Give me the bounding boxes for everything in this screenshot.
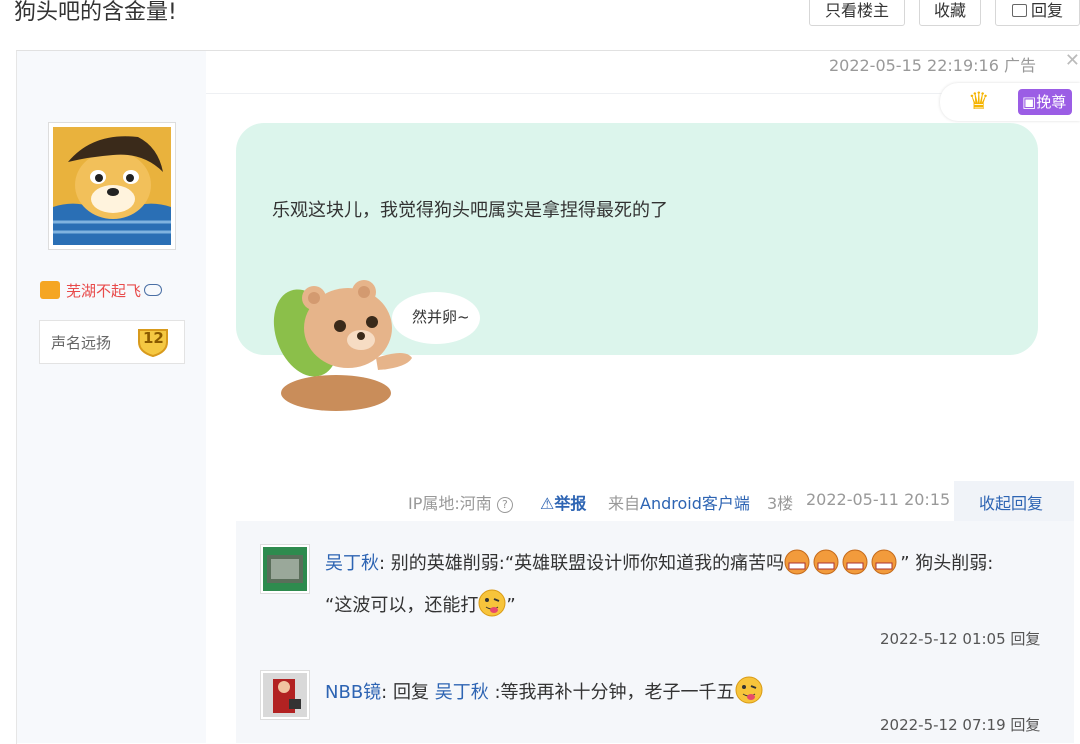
thread-title: 狗头吧的含金量! bbox=[14, 0, 177, 25]
collapse-replies-link[interactable]: 收起回复 bbox=[979, 490, 1043, 514]
angry-emoji-icon bbox=[784, 549, 900, 585]
post-meta: IP属地:河南 ? bbox=[408, 490, 513, 514]
only-author-label: 只看楼主 bbox=[824, 1, 889, 20]
report-link[interactable]: ⚠举报 bbox=[540, 490, 586, 514]
favorite-label: 收藏 bbox=[933, 1, 966, 20]
doge-avatar-image bbox=[53, 127, 171, 245]
comment-icon bbox=[1011, 4, 1027, 17]
reply-button[interactable]: 回复 bbox=[995, 0, 1080, 26]
post-content: 乐观这块儿，我觉得狗头吧属实是拿捏得最死的了 bbox=[272, 200, 668, 221]
tongue-emoji-icon bbox=[478, 589, 506, 627]
reply-action[interactable]: 回复 bbox=[1010, 716, 1040, 734]
warning-icon: ⚠ bbox=[540, 494, 555, 513]
honor-badge[interactable]: ♛ ▣挽尊 bbox=[940, 83, 1080, 121]
reply-avatar[interactable] bbox=[260, 670, 310, 720]
reply-text-line2: “这波可以，还能打” bbox=[325, 589, 516, 627]
ip-location: IP属地:河南 bbox=[408, 494, 492, 513]
only-author-button[interactable]: 只看楼主 bbox=[809, 0, 905, 26]
close-icon[interactable]: ✕ bbox=[1065, 50, 1080, 71]
bear-sticker: 然并卵~ bbox=[273, 280, 480, 411]
rank-title: 声名远扬 bbox=[51, 334, 112, 352]
reply-username[interactable]: 吴丁秋 bbox=[325, 553, 379, 574]
reply-action[interactable]: 回复 bbox=[1010, 630, 1040, 648]
help-icon[interactable]: ? bbox=[496, 497, 513, 513]
favorite-button[interactable]: 收藏 bbox=[919, 0, 981, 26]
client-link[interactable]: Android客户端 bbox=[640, 494, 750, 513]
reply-text: 吴丁秋: 别的英雄削弱:“英雄联盟设计师你知道我的痛苦吗 ” 狗头削弱: bbox=[325, 549, 993, 585]
author-name-line[interactable]: 芜湖不起飞 bbox=[40, 280, 163, 301]
ad-label: 广告 bbox=[1003, 56, 1036, 75]
tongue-emoji-icon bbox=[735, 676, 763, 714]
sticker-text: 然并卵~ bbox=[412, 308, 470, 326]
reply-time: 2022-5-12 07:19 bbox=[880, 716, 1006, 734]
reply-avatar[interactable] bbox=[260, 544, 310, 594]
vip-icon bbox=[40, 281, 60, 299]
cloud-icon bbox=[144, 284, 163, 296]
floor-number: 3楼 bbox=[767, 494, 794, 513]
reply-time: 2022-5-12 01:05 bbox=[880, 630, 1006, 648]
avatar-image bbox=[263, 547, 307, 591]
ad-timestamp: 2022-05-15 22:19:16 广告 bbox=[828, 56, 1036, 75]
avatar-image bbox=[263, 673, 307, 717]
reply-meta: 2022-5-12 07:19 回复 bbox=[880, 714, 1040, 735]
badge-label: ▣挽尊 bbox=[1018, 89, 1073, 115]
author-avatar[interactable] bbox=[48, 122, 176, 250]
client-source: 来自Android客户端 bbox=[608, 494, 750, 513]
author-name[interactable]: 芜湖不起飞 bbox=[66, 282, 141, 300]
reply-target[interactable]: 吴丁秋 bbox=[435, 682, 489, 703]
reply-label: 回复 bbox=[1030, 1, 1063, 20]
crown-icon: ♛ bbox=[968, 87, 990, 115]
post-time: 2022-05-11 20:15 bbox=[806, 490, 951, 509]
reply-username[interactable]: NBB镜 bbox=[325, 682, 381, 703]
reply-text: NBB镜: 回复 吴丁秋 :等我再补十分钟，老子一千五 bbox=[325, 676, 763, 714]
level-number: 12 bbox=[143, 329, 164, 347]
reply-meta: 2022-5-12 01:05 回复 bbox=[880, 628, 1040, 649]
rank-badge[interactable]: 声名远扬 12 bbox=[39, 320, 185, 364]
